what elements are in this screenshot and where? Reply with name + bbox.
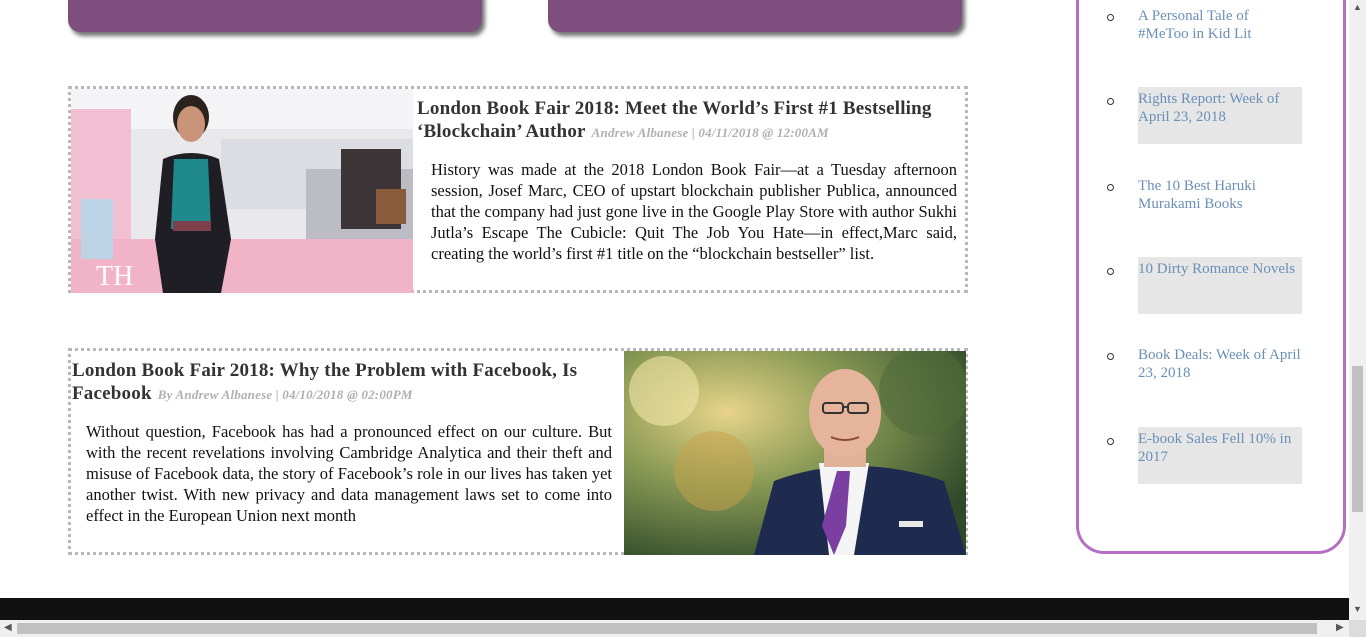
sidebar-list-item: The 10 Best Haruki Murakami Books [1107, 173, 1302, 213]
article-byline: By Andrew Albanese | 04/10/2018 @ 02:00P… [157, 387, 413, 402]
sidebar-link[interactable]: Book Deals: Week of April 23, 2018 [1138, 342, 1302, 382]
article-excerpt: History was made at the 2018 London Book… [431, 160, 957, 263]
sidebar-list-item: Book Deals: Week of April 23, 2018 [1107, 342, 1302, 382]
bullet-circle-icon [1107, 98, 1114, 105]
article-excerpt: Without question, Facebook has had a pro… [86, 422, 612, 525]
featured-card-right[interactable] [548, 0, 962, 32]
scrollbar-corner [1349, 620, 1366, 637]
photo-sign-text: TH [96, 261, 133, 292]
article-byline: Andrew Albanese | 04/11/2018 @ 12:00AM [591, 125, 829, 140]
footer-bar [0, 598, 1349, 620]
article-headline[interactable]: London Book Fair 2018: Meet the World’s … [417, 97, 965, 144]
sidebar-link[interactable]: A Personal Tale of #MeToo in Kid Lit [1138, 3, 1302, 43]
bullet-circle-icon [1107, 438, 1114, 445]
featured-card-left[interactable] [68, 0, 482, 32]
triangle-left-icon[interactable]: ◀ [4, 622, 12, 633]
triangle-right-icon[interactable]: ▶ [1336, 622, 1344, 633]
sidebar-link[interactable]: Rights Report: Week of April 23, 2018 [1138, 87, 1302, 144]
vertical-scrollbar[interactable]: ▲ ▼ [1349, 0, 1366, 620]
sidebar-list-item: Rights Report: Week of April 23, 2018 [1107, 87, 1302, 144]
article-card: TH London Book Fair 2018: Meet the World… [68, 86, 968, 293]
article-photo-author-at-fair[interactable]: TH [71, 89, 413, 293]
sidebar-link[interactable]: E-book Sales Fell 10% in 2017 [1138, 427, 1302, 484]
bullet-circle-icon [1107, 184, 1114, 191]
sidebar-list-item: A Personal Tale of #MeToo in Kid Lit [1107, 3, 1302, 43]
vertical-scrollbar-thumb[interactable] [1352, 366, 1363, 512]
horizontal-scrollbar[interactable]: ◀ ▶ [0, 620, 1349, 637]
triangle-down-icon[interactable]: ▼ [1353, 604, 1362, 614]
bullet-circle-icon [1107, 268, 1114, 275]
article-card: London Book Fair 2018: Why the Problem w… [68, 348, 968, 555]
horizontal-scrollbar-thumb[interactable] [17, 623, 1317, 634]
sidebar-list-item: 10 Dirty Romance Novels [1107, 257, 1302, 314]
article-headline[interactable]: London Book Fair 2018: Why the Problem w… [72, 359, 617, 406]
sidebar-link[interactable]: 10 Dirty Romance Novels [1138, 257, 1302, 314]
article-photo-man-in-suit[interactable] [624, 351, 966, 555]
sidebar-list-item: E-book Sales Fell 10% in 2017 [1107, 427, 1302, 484]
bullet-circle-icon [1107, 14, 1114, 21]
sidebar-link[interactable]: The 10 Best Haruki Murakami Books [1138, 173, 1302, 213]
bullet-circle-icon [1107, 353, 1114, 360]
triangle-up-icon[interactable]: ▲ [1353, 2, 1362, 12]
